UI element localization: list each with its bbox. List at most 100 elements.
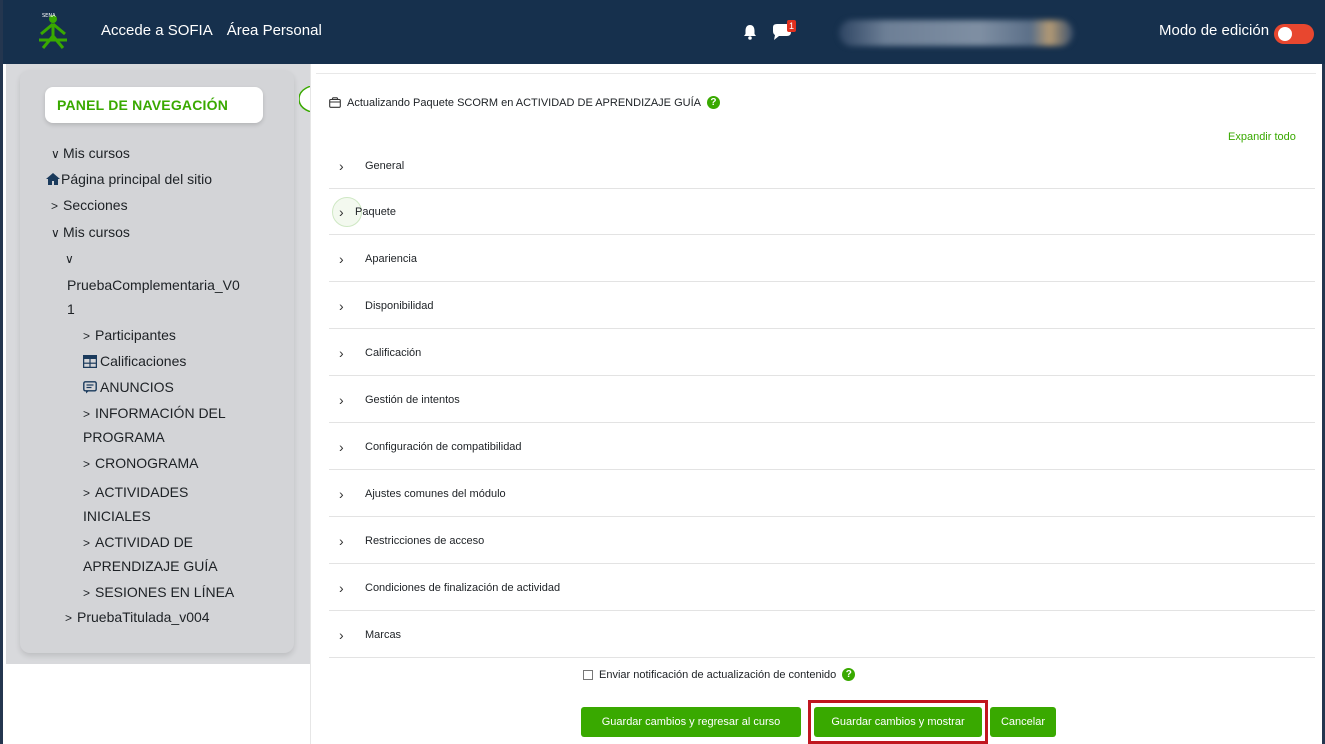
sidebar-course-toggle[interactable]: ∨ (65, 249, 77, 268)
sidebar-divider (310, 64, 311, 744)
notify-checkbox-row: Enviar notificación de actualización de … (583, 668, 856, 681)
chevron-right-icon: > (83, 586, 91, 600)
sidebar-item-sections[interactable]: > Secciones (51, 196, 128, 215)
chevron-right-icon: › (339, 157, 344, 174)
section-tags[interactable]: › Marcas (329, 612, 1315, 658)
chevron-right-icon: › (339, 250, 344, 267)
sidebar-empty-area (6, 664, 310, 744)
save-show-button[interactable]: Guardar cambios y mostrar (814, 707, 982, 737)
sidebar-item-titled-course[interactable]: > PruebaTitulada_v004 (65, 608, 210, 627)
chevron-right-icon: > (83, 486, 91, 500)
nav-links: Accede a SOFIA Área Personal (101, 22, 322, 39)
sidebar-item-online-sessions[interactable]: > SESIONES EN LÍNEA (83, 583, 234, 602)
chevron-right-icon: › (339, 579, 344, 596)
section-label: Paquete (355, 205, 396, 218)
sidebar-item-my-courses-2[interactable]: ∨ Mis cursos (51, 223, 130, 242)
chevron-right-icon: > (51, 199, 59, 213)
section-label: Calificación (365, 346, 422, 359)
chevron-right-icon: › (339, 344, 344, 361)
sidebar-item-course-name-cont[interactable]: 1 (67, 300, 75, 318)
sidebar-item-label: ANUNCIOS (100, 379, 174, 395)
chevron-down-icon: ∨ (51, 226, 60, 240)
sidebar-item-grades[interactable]: Calificaciones (82, 352, 186, 370)
sidebar-item-home[interactable]: Página principal del sitio (45, 170, 212, 188)
sidebar-item-participants[interactable]: > Participantes (83, 326, 176, 345)
nav-link-personal-area[interactable]: Área Personal (227, 22, 322, 39)
sidebar-item-program-info-cont[interactable]: PROGRAMA (83, 428, 165, 446)
chevron-right-icon: › (339, 532, 344, 549)
home-icon (46, 173, 60, 185)
cancel-button[interactable]: Cancelar (990, 707, 1056, 737)
section-access-restrictions[interactable]: › Restricciones de acceso (329, 518, 1315, 564)
edit-mode-label: Modo de edición (1159, 22, 1270, 39)
sidebar-item-schedule[interactable]: > CRONOGRAMA (83, 454, 198, 473)
page-title: Actualizando Paquete SCORM en ACTIVIDAD … (347, 96, 701, 109)
page-heading: Actualizando Paquete SCORM en ACTIVIDAD … (329, 96, 720, 109)
sidebar-item-label: Secciones (63, 197, 128, 213)
section-general[interactable]: › General (329, 143, 1315, 189)
chevron-right-icon: > (83, 536, 91, 550)
help-icon[interactable]: ? (706, 96, 720, 109)
forum-icon (83, 381, 97, 394)
sidebar-item-label: Participantes (95, 327, 176, 343)
table-icon (82, 354, 98, 369)
chevron-right-icon: › (339, 626, 344, 643)
sidebar-item-initial-activities-cont[interactable]: INICIALES (83, 507, 151, 525)
sidebar-item-label: ACTIVIDAD DE (95, 534, 194, 550)
message-count: 1 (788, 21, 794, 31)
save-return-button[interactable]: Guardar cambios y regresar al curso (581, 707, 801, 737)
section-completion[interactable]: › Condiciones de finalización de activida… (329, 565, 1315, 611)
sidebar-item-label: Mis cursos (63, 145, 130, 161)
top-navbar: SENA Accede a SOFIA Área Personal 1 Modo… (3, 0, 1325, 64)
edit-mode-toggle[interactable] (1274, 24, 1314, 44)
section-common-settings[interactable]: › Ajustes comunes del módulo (329, 471, 1315, 517)
section-appearance[interactable]: › Apariencia (329, 236, 1315, 282)
section-availability[interactable]: › Disponibilidad (329, 283, 1315, 329)
section-label: Gestión de intentos (365, 393, 460, 406)
bell-icon[interactable] (741, 23, 759, 41)
sidebar-item-learning-activity-cont[interactable]: APRENDIZAJE GUÍA (83, 557, 218, 575)
top-strip (316, 64, 1316, 74)
chevron-right-icon: › (339, 438, 344, 455)
user-menu-blurred[interactable] (839, 20, 1073, 46)
section-attempts[interactable]: › Gestión de intentos (329, 377, 1315, 423)
notify-label: Enviar notificación de actualización de … (599, 668, 837, 681)
nav-link-sofia[interactable]: Accede a SOFIA (101, 22, 213, 39)
svg-text:SENA: SENA (42, 13, 56, 19)
sidebar-item-label: INFORMACIÓN DEL (95, 405, 226, 421)
help-icon[interactable]: ? (842, 668, 856, 681)
section-package[interactable]: › Paquete (329, 189, 1315, 235)
app-frame: SENA Accede a SOFIA Área Personal 1 Modo… (0, 0, 1325, 744)
sidebar-item-my-courses[interactable]: ∨ Mis cursos (51, 144, 130, 163)
section-label: Condiciones de finalización de actividad (365, 581, 561, 594)
sidebar-item-label: Mis cursos (63, 224, 130, 240)
chevron-right-icon: > (83, 329, 91, 343)
sidebar-item-program-info[interactable]: > INFORMACIÓN DEL (83, 404, 226, 423)
chevron-right-icon: › (339, 391, 344, 408)
expand-all-link[interactable]: Expandir todo (1228, 131, 1296, 143)
chevron-right-icon: > (83, 407, 91, 421)
sidebar-item-initial-activities[interactable]: > ACTIVIDADES (83, 483, 188, 502)
section-label: Ajustes comunes del módulo (365, 487, 506, 500)
sidebar-item-announcements[interactable]: ANUNCIOS (83, 378, 174, 396)
section-grade[interactable]: › Calificación (329, 330, 1315, 376)
section-label: Apariencia (365, 252, 417, 265)
section-label: Disponibilidad (365, 299, 434, 312)
chevron-right-icon: › (339, 297, 344, 314)
section-compatibility[interactable]: › Configuración de compatibilidad (329, 424, 1315, 470)
chevron-right-icon: > (83, 457, 91, 471)
sena-logo-icon[interactable]: SENA (33, 12, 73, 52)
sidebar-item-label: ACTIVIDADES (95, 484, 189, 500)
navigation-panel-title: PANEL DE NAVEGACIÓN (45, 87, 263, 123)
chevron-right-icon: › (339, 203, 344, 220)
sidebar-item-label: CRONOGRAMA (95, 455, 199, 471)
sidebar-item-learning-activity[interactable]: > ACTIVIDAD DE (83, 533, 193, 552)
chevron-down-icon: ∨ (51, 147, 60, 161)
chevron-right-icon: › (339, 485, 344, 502)
sidebar-item-course-name[interactable]: PruebaComplementaria_V0 (67, 276, 240, 294)
sidebar-item-label: Página principal del sitio (61, 171, 212, 187)
notify-checkbox[interactable] (583, 669, 593, 680)
sidebar-item-label: SESIONES EN LÍNEA (95, 584, 235, 600)
message-count-badge: 1 (787, 20, 796, 32)
section-label: General (365, 159, 405, 172)
